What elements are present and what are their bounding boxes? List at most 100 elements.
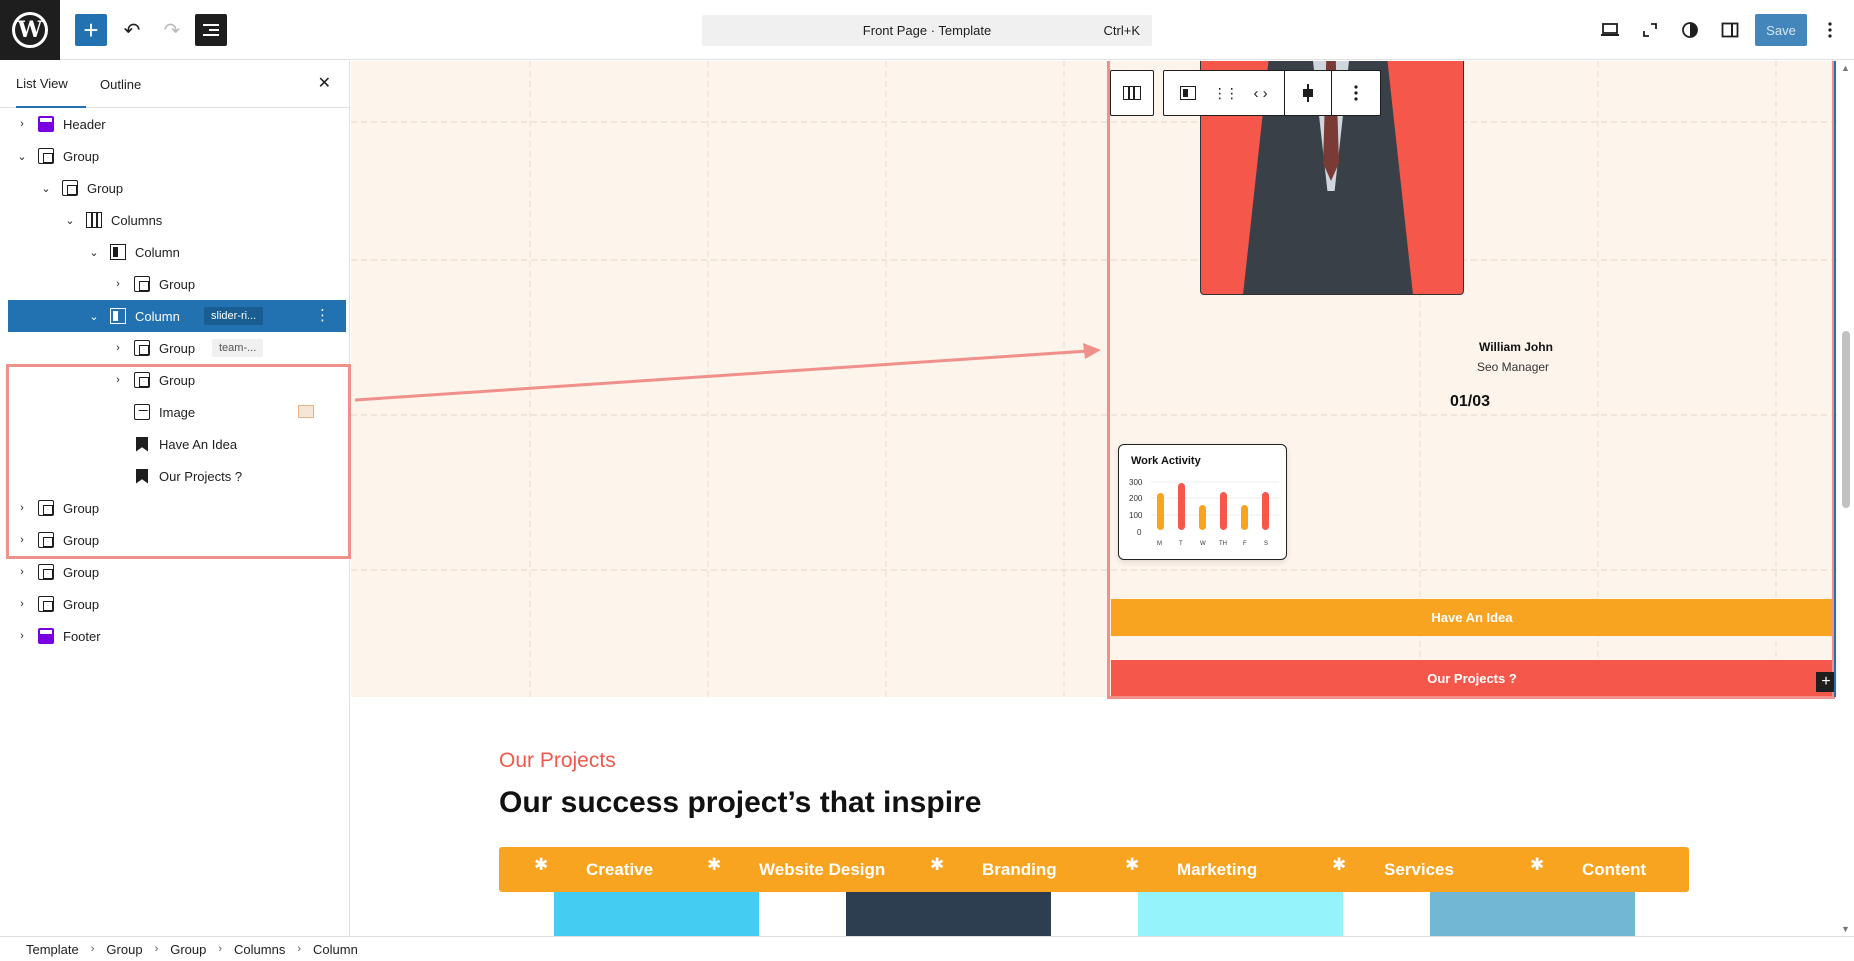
list-view-item[interactable]: ⌄ Columns	[8, 204, 346, 236]
our-projects-button[interactable]: Our Projects ?	[1111, 660, 1833, 697]
list-view-item[interactable]: Have An Idea	[8, 428, 346, 460]
chevron-down-icon[interactable]: ⌄	[16, 150, 28, 163]
project-category[interactable]: Content	[1582, 847, 1646, 892]
project-tile[interactable]	[1138, 892, 1343, 936]
list-view-item[interactable]: Image	[8, 396, 346, 428]
undo-button[interactable]: ↶	[116, 14, 148, 46]
list-view-item[interactable]: › Group	[8, 364, 346, 396]
breadcrumb-item[interactable]: Template	[26, 942, 79, 957]
chart-bar	[1262, 492, 1269, 530]
column-icon[interactable]	[1180, 86, 1197, 100]
editor-canvas[interactable]: William John Seo Manager 01/03 Work Acti…	[351, 61, 1854, 936]
list-view-item-label: Have An Idea	[159, 436, 238, 452]
tab-outline[interactable]: Outline	[100, 61, 141, 108]
settings-sidebar-button[interactable]	[1716, 16, 1744, 44]
project-category-bar[interactable]: ✱ Creative ✱ Website Design ✱ Branding ✱ Market…	[499, 847, 1689, 892]
list-view-item[interactable]: ⌄ Group	[8, 172, 346, 204]
chevron-right-icon[interactable]: ›	[16, 630, 28, 642]
template-part-icon	[38, 116, 54, 132]
project-tile[interactable]	[554, 892, 759, 936]
list-view-item[interactable]: ⌄ Group	[8, 140, 346, 172]
list-view-item[interactable]: › Header	[8, 108, 346, 140]
move-arrows-icon[interactable]: ‹ ›	[1253, 85, 1267, 102]
command-palette-button[interactable]: Front Page · Template Ctrl+K	[702, 15, 1152, 46]
image-thumbnail	[298, 405, 314, 418]
tab-list-view[interactable]: List View	[16, 61, 86, 108]
canvas-edge	[1834, 61, 1836, 697]
save-button[interactable]: Save	[1755, 14, 1807, 46]
scroll-down-icon[interactable]: ▼	[1841, 924, 1850, 934]
list-view-sidebar: List View Outline ✕ › Header ⌄ Group ⌄ Group ⌄…	[0, 61, 351, 936]
block-appender-button[interactable]: +	[1816, 672, 1836, 692]
project-category[interactable]: Marketing	[1177, 847, 1257, 892]
list-view-item[interactable]: › Group	[8, 588, 346, 620]
list-view-toggle-button[interactable]	[195, 14, 227, 46]
list-view-item-label: Footer	[63, 628, 101, 644]
chevron-down-icon[interactable]: ⌄	[40, 182, 52, 195]
chevron-down-icon[interactable]: ⌄	[88, 246, 100, 259]
wordpress-logo-icon: W	[12, 12, 48, 48]
redo-icon: ↷	[163, 19, 181, 42]
breadcrumb-item[interactable]: Group	[170, 942, 206, 957]
chevron-right-icon[interactable]: ›	[16, 566, 28, 578]
chevron-down-icon[interactable]: ⌄	[64, 214, 76, 227]
add-block-button[interactable]: +	[75, 14, 107, 46]
x-tick: F	[1243, 541, 1247, 547]
list-view-item[interactable]: › Group	[8, 524, 346, 556]
chevron-right-icon[interactable]: ›	[16, 534, 28, 546]
drag-handle-icon[interactable]: ⋮⋮	[1213, 85, 1239, 102]
scrollbar-thumb[interactable]	[1842, 331, 1850, 508]
canvas-scrollbar[interactable]: ▲ ▼	[1838, 61, 1854, 936]
project-category[interactable]: Website Design	[759, 847, 885, 892]
projects-heading[interactable]: Our success project’s that inspire	[499, 786, 981, 820]
team-member-name[interactable]: William John	[1479, 340, 1553, 354]
project-category[interactable]: Creative	[586, 847, 653, 892]
chevron-right-icon[interactable]: ›	[112, 342, 124, 354]
select-parent-button[interactable]	[1110, 70, 1154, 116]
chevron-down-icon[interactable]: ⌄	[88, 310, 100, 323]
breadcrumb-item[interactable]: Group	[106, 942, 142, 957]
options-button[interactable]	[1816, 16, 1844, 44]
projects-kicker[interactable]: Our Projects	[499, 749, 616, 773]
list-view-item[interactable]: › Group team-...	[8, 332, 346, 364]
project-tile[interactable]	[846, 892, 1051, 936]
group-icon	[38, 500, 54, 516]
group-icon	[38, 596, 54, 612]
fullscreen-button[interactable]	[1636, 16, 1664, 44]
list-view-item[interactable]: › Group	[8, 492, 346, 524]
chevron-right-icon[interactable]: ›	[16, 502, 28, 514]
project-category[interactable]: Branding	[982, 847, 1057, 892]
have-an-idea-button[interactable]: Have An Idea	[1111, 599, 1833, 636]
scroll-up-icon[interactable]: ▲	[1841, 63, 1850, 73]
block-options-button[interactable]	[1332, 71, 1380, 115]
y-tick: 300	[1129, 478, 1143, 487]
chevron-right-icon[interactable]: ›	[112, 374, 124, 386]
project-tile[interactable]	[1430, 892, 1635, 936]
vertical-align-button[interactable]	[1285, 71, 1333, 115]
breadcrumb-item[interactable]: Columns	[234, 942, 285, 957]
vertical-ellipsis-icon[interactable]: ⋮	[315, 306, 330, 324]
wordpress-logo-button[interactable]: W	[0, 0, 60, 60]
list-view-item[interactable]: › Footer	[8, 620, 346, 652]
slide-counter[interactable]: 01/03	[1450, 393, 1490, 411]
redo-button[interactable]: ↷	[156, 14, 188, 46]
list-view-item-label: Group	[63, 500, 100, 516]
close-sidebar-button[interactable]: ✕	[318, 73, 331, 93]
chevron-right-icon[interactable]: ›	[16, 598, 28, 610]
breadcrumb-item[interactable]: Column	[313, 942, 358, 957]
work-activity-card[interactable]: Work Activity 300 200 100 0 M T W TH F S	[1118, 444, 1287, 560]
project-category[interactable]: Services	[1384, 847, 1454, 892]
chevron-right-icon[interactable]: ›	[16, 118, 28, 130]
grid-line	[707, 61, 709, 697]
chevron-right-icon[interactable]: ›	[112, 278, 124, 290]
list-view-item[interactable]: ⌄ Column slider-ri... ⋮	[8, 300, 346, 332]
list-view-item[interactable]: › Group	[8, 556, 346, 588]
list-view-item[interactable]: › Group	[8, 268, 346, 300]
block-class-badge: team-...	[212, 339, 264, 357]
chevron-right-icon: ›	[297, 943, 302, 955]
device-preview-button[interactable]	[1596, 16, 1624, 44]
styles-button[interactable]	[1676, 16, 1704, 44]
list-view-item[interactable]: Our Projects ?	[8, 460, 346, 492]
team-member-role[interactable]: Seo Manager	[1477, 360, 1549, 374]
list-view-item[interactable]: ⌄ Column	[8, 236, 346, 268]
